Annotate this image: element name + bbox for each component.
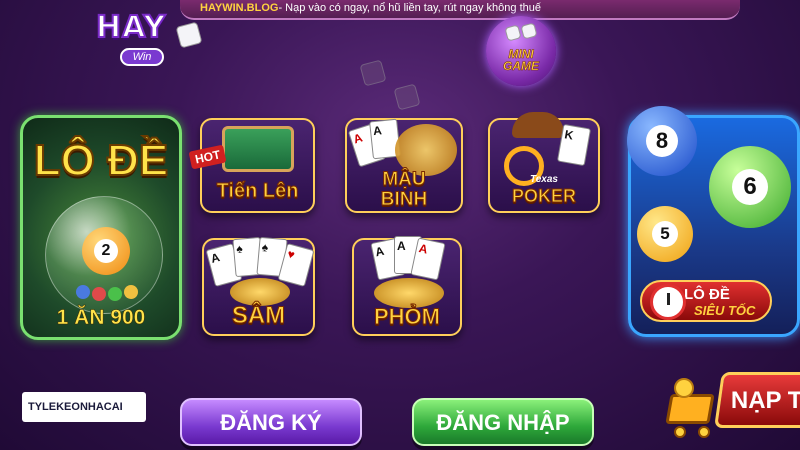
marquee-site: HAYWIN.BLOG [200, 2, 279, 14]
dice-icon [359, 59, 387, 87]
lottery-ball: 5 [637, 206, 693, 262]
coin-icon [674, 378, 694, 398]
game-tienlen[interactable]: HOT Tiến Lên [188, 118, 315, 213]
game-poker[interactable]: K Texas POKER [488, 112, 600, 213]
lode-title: LÔ ĐỀ [33, 135, 169, 186]
logo-word: HAY [95, 9, 167, 46]
game-sam[interactable]: A ♠ ♠ ♥ SÂM [202, 236, 315, 336]
cowboy-hat-icon [512, 112, 564, 138]
sieutoc-label-2: SIÊU TỐC [694, 303, 756, 318]
minigame-label: MINI GAME [503, 47, 540, 73]
maubinh-label: MẬU BINH [380, 169, 428, 210]
minigame-button[interactable]: MINI GAME [486, 16, 556, 86]
cart-icon[interactable] [660, 376, 722, 440]
phom-label: PHỎM [374, 304, 441, 330]
card-table-icon [222, 126, 294, 172]
small-ball [108, 287, 122, 301]
game-phom[interactable]: A A A PHỎM [352, 236, 462, 336]
lottery-ball: 6 [709, 146, 791, 228]
poker-label: POKER [511, 186, 576, 207]
dice-icon [520, 22, 538, 40]
card-icon: K [556, 123, 592, 167]
game-lode[interactable]: LÔ ĐỀ 2 1 ĂN 900 [20, 115, 182, 340]
game-maubinh[interactable]: A A MẬU BINH [345, 118, 463, 213]
marquee-message: - Nạp vào có ngay, nổ hũ liền tay, rút n… [278, 2, 541, 14]
lottery-sphere: 2 [45, 196, 163, 314]
sieutoc-label-1: LÔ ĐỀ [684, 286, 730, 303]
marquee-text: HAYWIN.BLOG- Nạp vào có ngay, nổ hũ liền… [200, 2, 541, 14]
deposit-button[interactable]: NẠP T [714, 372, 800, 428]
small-ball [92, 287, 106, 301]
small-ball [76, 285, 90, 299]
lottery-ball: 8 [627, 106, 697, 176]
logo-sub: Win [120, 48, 164, 66]
dice-icon [504, 24, 522, 42]
deposit-label: NẠP T [730, 387, 800, 414]
lode-odds: 1 ĂN 900 [56, 306, 146, 330]
login-button[interactable]: ĐĂNG NHẬP [412, 398, 594, 446]
poker-texas: Texas [530, 174, 558, 185]
small-ball [124, 285, 138, 299]
sam-label: SÂM [231, 302, 286, 330]
clock-icon [650, 284, 686, 320]
ad-banner[interactable]: TYLEKEONHACAI [22, 392, 146, 422]
dice-icon [393, 83, 421, 111]
tienlen-label: Tiến Lên [216, 180, 299, 203]
lottery-ball: 2 [82, 227, 130, 275]
register-button[interactable]: ĐĂNG KÝ [180, 398, 362, 446]
